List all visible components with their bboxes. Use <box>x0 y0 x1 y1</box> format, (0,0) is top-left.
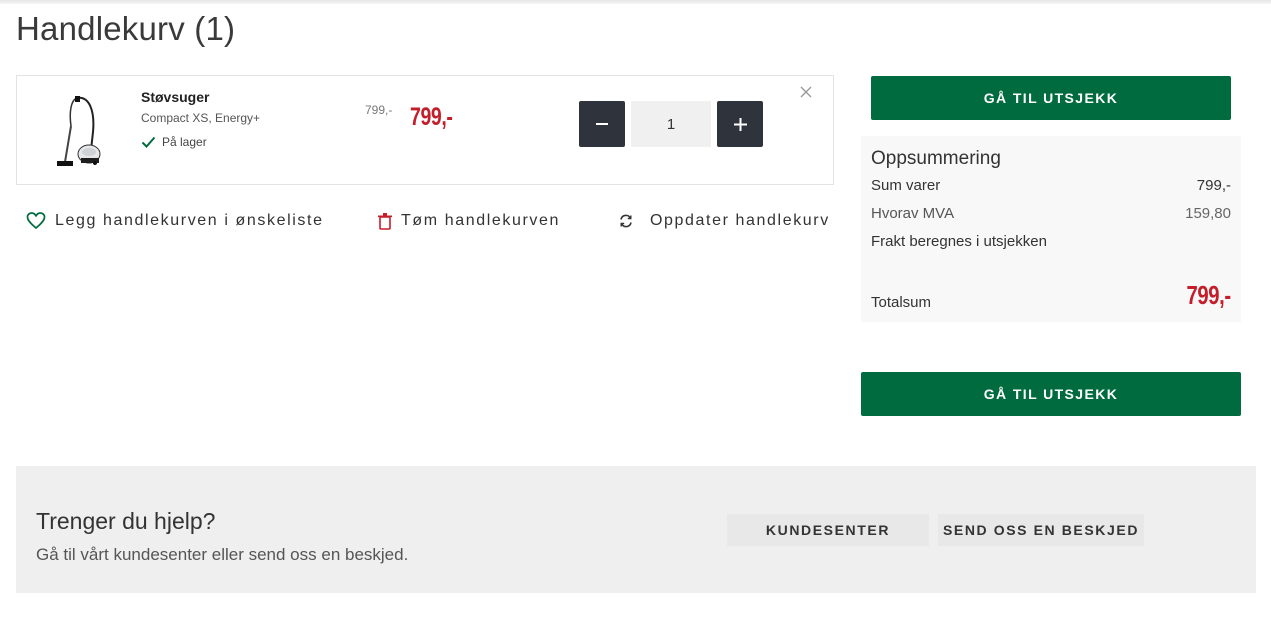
help-title: Trenger du hjelp? <box>36 508 216 534</box>
quantity-decrease-button[interactable] <box>579 101 625 147</box>
checkmark-icon <box>141 136 156 148</box>
help-text: Gå til vårt kundesenter eller send oss e… <box>36 545 409 564</box>
order-summary: Oppsummering Sum varer 799,- Hvorav MVA … <box>861 136 1241 322</box>
update-cart-label: Oppdater handlekurv <box>650 212 830 229</box>
item-price: 799,- <box>410 103 453 131</box>
total-label: Totalsum <box>871 294 932 311</box>
old-price: 799,- <box>365 103 393 117</box>
page-title: Handlekurv (1) <box>16 10 236 47</box>
heart-icon <box>26 212 46 230</box>
checkout-button-top[interactable]: GÅ TIL UTSJEKK <box>871 76 1231 120</box>
refresh-icon <box>620 214 632 228</box>
product-name[interactable]: Støvsuger <box>141 89 209 105</box>
quantity-input[interactable] <box>631 101 711 147</box>
product-variant: Compact XS, Energy+ <box>141 111 261 125</box>
send-message-button[interactable]: SEND OSS EN BESKJED <box>938 514 1144 546</box>
total-value: 799,- <box>1186 280 1232 310</box>
cart-item: Støvsuger Compact XS, Energy+ På lager 7… <box>16 75 834 185</box>
top-border <box>0 0 1271 4</box>
stock-status: På lager <box>141 135 207 149</box>
empty-cart-label: Tøm handlekurven <box>401 212 560 229</box>
trash-icon <box>378 212 392 230</box>
freight-label: Frakt beregnes i utsjekken <box>871 233 1047 250</box>
stock-label: På lager <box>162 135 207 149</box>
customer-center-button[interactable]: KUNDESENTER <box>727 514 929 546</box>
help-section: Trenger du hjelp? Gå til vårt kundesente… <box>16 466 1256 593</box>
update-cart-button[interactable]: Oppdater handlekurv <box>618 212 830 230</box>
vat-value: 159,80 <box>1185 205 1231 222</box>
empty-cart-button[interactable]: Tøm handlekurven <box>378 212 560 230</box>
summary-total-row: Totalsum 799,- <box>871 280 1231 311</box>
summary-vat-row: Hvorav MVA 159,80 <box>871 205 1231 222</box>
checkout-button-bottom[interactable]: GÅ TIL UTSJEKK <box>861 372 1241 416</box>
plus-icon <box>733 117 747 131</box>
summary-sum-row: Sum varer 799,- <box>871 177 1231 194</box>
add-to-wishlist-label: Legg handlekurven i ønskeliste <box>55 212 324 229</box>
close-icon[interactable] <box>799 85 813 99</box>
sum-label: Sum varer <box>871 177 941 194</box>
quantity-increase-button[interactable] <box>717 101 763 147</box>
vat-label: Hvorav MVA <box>871 205 955 222</box>
add-to-wishlist-button[interactable]: Legg handlekurven i ønskeliste <box>26 212 324 230</box>
minus-icon <box>596 123 608 125</box>
sum-value: 799,- <box>1196 177 1231 194</box>
summary-freight-row: Frakt beregnes i utsjekken <box>871 233 1231 250</box>
summary-title: Oppsummering <box>871 148 1001 169</box>
product-image[interactable] <box>55 92 103 170</box>
